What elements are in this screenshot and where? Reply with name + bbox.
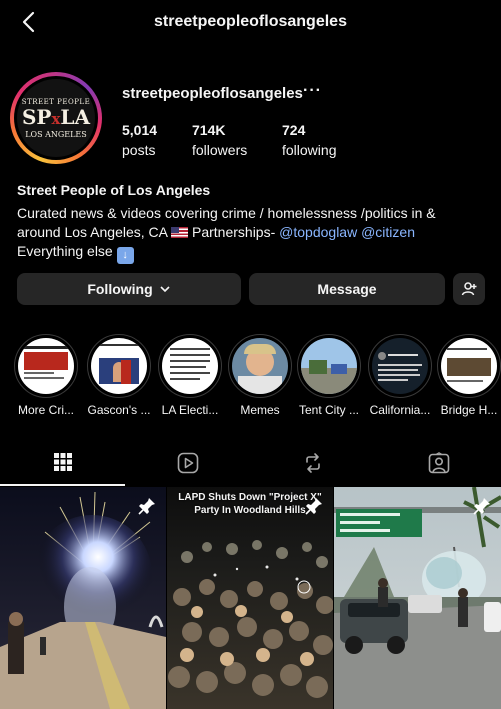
post-image: [334, 487, 501, 709]
logo-text-bottom: LOS ANGELES: [25, 129, 87, 139]
profile-username: streetpeopleoflosangeles: [122, 85, 303, 102]
reels-icon: [177, 452, 198, 474]
stat-posts-value: 5,014: [122, 122, 158, 138]
highlight-label: Tent City ...: [298, 403, 360, 417]
highlight-gascon[interactable]: Gascon's ...: [85, 334, 153, 417]
highlight-thumbnail: [18, 338, 74, 394]
more-options-icon[interactable]: ···: [303, 82, 322, 100]
message-button[interactable]: Message: [249, 273, 445, 305]
pinned-icon: [305, 498, 322, 515]
following-button[interactable]: Following: [17, 273, 241, 305]
highlight-thumbnail: [441, 338, 497, 394]
tab-reposts[interactable]: [250, 440, 375, 486]
highlight-label: Bridge H...: [440, 403, 498, 417]
stat-followers-label: followers: [192, 142, 248, 158]
highlight-california[interactable]: California...: [366, 334, 434, 417]
chevron-down-icon: [160, 286, 170, 293]
top-bar: streetpeopleoflosangeles: [0, 0, 501, 46]
grid-icon: [53, 453, 72, 471]
post-image: [0, 487, 166, 709]
avatar-logo: STREET PEOPLE SPxLA LOS ANGELES: [17, 79, 95, 157]
reposts-icon: [305, 453, 320, 473]
tab-tagged[interactable]: [376, 440, 501, 486]
highlight-label: Memes: [240, 403, 280, 417]
stat-posts: 5,014 posts: [122, 122, 157, 158]
logo-text-mid: SPxLA: [21, 104, 91, 129]
stat-followers[interactable]: 714K followers: [192, 122, 247, 158]
highlight-label: LA Electi...: [161, 403, 219, 417]
person-plus-icon: [461, 282, 477, 296]
bio: Curated news & videos covering crime / h…: [17, 204, 487, 264]
highlight-label: More Cri...: [17, 403, 74, 417]
pinned-icon: [138, 498, 155, 515]
highlight-thumbnail: [372, 338, 428, 394]
page-title: streetpeopleoflosangeles: [154, 13, 347, 30]
post-image: [167, 487, 333, 709]
highlight-thumbnail: [91, 338, 147, 394]
us-flag-icon: [171, 227, 189, 238]
stat-following[interactable]: 724 following: [282, 122, 336, 158]
stat-followers-value: 714K: [192, 122, 226, 138]
highlight-label: Gascon's ...: [87, 403, 151, 417]
mention-topdoglaw[interactable]: @topdoglaw: [279, 224, 357, 240]
bio-line-1: Curated news & videos covering crime / h…: [17, 205, 436, 221]
highlight-bridge[interactable]: Bridge H...: [435, 334, 501, 417]
post-thumbnail-fireworks[interactable]: [0, 487, 166, 709]
tab-posts-grid[interactable]: [0, 440, 125, 486]
highlight-thumbnail: [301, 338, 357, 394]
highlight-memes[interactable]: Memes: [226, 334, 294, 417]
highlight-tent-city[interactable]: Tent City ...: [295, 334, 363, 417]
following-button-label: Following: [87, 281, 153, 297]
stat-following-value: 724: [282, 122, 306, 138]
message-button-label: Message: [317, 281, 377, 297]
bio-line-2: around Los Angeles, CA Partnerships- @to…: [17, 224, 415, 240]
profile-tabs: [0, 440, 501, 486]
highlight-la-election[interactable]: LA Electi...: [156, 334, 224, 417]
add-user-button[interactable]: [453, 273, 485, 305]
avatar[interactable]: STREET PEOPLE SPxLA LOS ANGELES: [10, 72, 102, 164]
tagged-icon: [428, 452, 449, 474]
pinned-icon: [473, 498, 490, 515]
post-thumbnail-project-x[interactable]: LAPD Shuts Down "Project X" Party In Woo…: [167, 487, 333, 709]
highlight-more-crime[interactable]: More Cri...: [12, 334, 80, 417]
tab-reels[interactable]: [125, 440, 250, 486]
posts-grid: LAPD Shuts Down "Project X" Party In Woo…: [0, 487, 501, 709]
highlight-label: California...: [369, 403, 431, 417]
bio-line-3: Everything else ↓: [17, 242, 487, 264]
mention-citizen[interactable]: @citizen: [361, 224, 415, 240]
display-name: Street People of Los Angeles: [17, 182, 211, 198]
stat-following-label: following: [282, 142, 337, 158]
highlight-thumbnail: [232, 338, 288, 394]
down-arrow-emoji-icon: ↓: [116, 247, 134, 264]
stat-posts-label: posts: [122, 142, 156, 158]
post-thumbnail-freeway[interactable]: [334, 487, 501, 709]
highlight-thumbnail: [162, 338, 218, 394]
